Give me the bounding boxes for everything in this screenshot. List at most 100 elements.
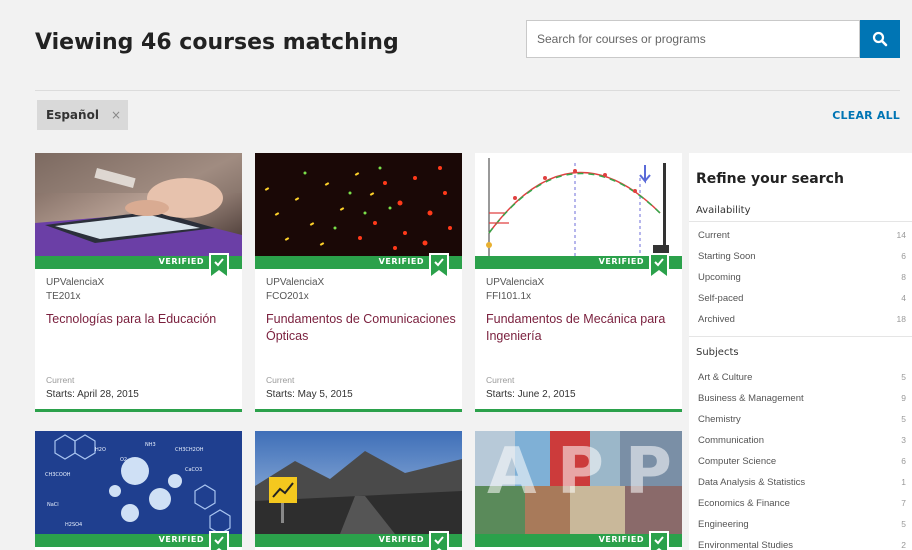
course-org: UPValenciaX — [486, 277, 545, 288]
course-start-date: Starts: June 2, 2015 — [486, 389, 576, 400]
refine-search-sidebar: Refine your search Availability Current … — [689, 153, 912, 550]
facet-subject-communication[interactable]: Communication 3 — [698, 435, 906, 446]
filter-chip-label: Español — [46, 108, 99, 122]
course-start-date: Starts: May 5, 2015 — [266, 389, 353, 400]
svg-text:O2: O2 — [120, 457, 127, 463]
verified-ribbon-icon — [649, 531, 669, 550]
facet-label: Archived — [698, 314, 735, 325]
availability-heading: Availability — [696, 205, 751, 216]
facet-count: 2 — [901, 540, 906, 550]
verified-ribbon-icon — [209, 531, 229, 550]
course-card[interactable]: VERIFIED UPValenciaX TE201x Tecnologías … — [35, 153, 242, 412]
facet-subject-chemistry[interactable]: Chemistry 5 — [698, 414, 906, 425]
course-card[interactable]: CH3COOH H2O CH3CH2OH NaCl CaCO3 H2SO4 NH3 O2 … — [35, 431, 242, 550]
search-bar — [526, 20, 900, 58]
clear-all-link[interactable]: CLEAR ALL — [832, 109, 900, 122]
card-footer-bar — [35, 409, 242, 412]
page-title: Viewing 46 courses matching — [35, 30, 399, 55]
verified-ribbon-icon — [429, 531, 449, 550]
facet-label: Environmental Studies — [698, 540, 794, 550]
course-start-date: Starts: April 28, 2015 — [46, 389, 139, 400]
divider — [689, 336, 912, 337]
verified-label: VERIFIED — [378, 535, 424, 544]
course-image: A P P — [475, 431, 682, 534]
facet-subject-data-analysis[interactable]: Data Analysis & Statistics 1 — [698, 477, 906, 488]
facet-count: 9 — [901, 393, 906, 403]
facet-count: 14 — [896, 230, 906, 240]
course-code: FFI101.1x — [486, 291, 532, 302]
svg-text:NH3: NH3 — [145, 442, 156, 448]
facet-availability-self-paced[interactable]: Self-paced 4 — [698, 293, 906, 304]
course-card[interactable]: A P P VERIFIED — [475, 431, 682, 550]
course-card[interactable]: VERIFIED UPValenciaX FCO201x Fundamentos… — [255, 153, 462, 412]
facet-subject-business-management[interactable]: Business & Management 9 — [698, 393, 906, 404]
sidebar-title: Refine your search — [696, 171, 844, 187]
facet-count: 4 — [901, 293, 906, 303]
header-divider — [35, 90, 900, 91]
facet-count: 18 — [896, 314, 906, 324]
facet-subject-art-culture[interactable]: Art & Culture 5 — [698, 372, 906, 383]
facet-count: 7 — [901, 498, 906, 508]
facet-label: Art & Culture — [698, 372, 753, 383]
svg-text:H2O: H2O — [95, 447, 106, 453]
divider — [689, 221, 912, 222]
facet-count: 6 — [901, 251, 906, 261]
course-code: TE201x — [46, 291, 81, 302]
course-status: Current — [46, 375, 75, 385]
svg-text:CaCO3: CaCO3 — [185, 467, 202, 473]
facet-label: Starting Soon — [698, 251, 756, 262]
course-card[interactable]: VERIFIED UPValenciaX FFI101.1x Fundament… — [475, 153, 682, 412]
course-title[interactable]: Fundamentos de Mecánica para Ingeniería — [486, 311, 676, 345]
facet-count: 3 — [901, 435, 906, 445]
facet-count: 5 — [901, 372, 906, 382]
facet-label: Engineering — [698, 519, 749, 530]
facet-subject-engineering[interactable]: Engineering 5 — [698, 519, 906, 530]
facet-subject-computer-science[interactable]: Computer Science 6 — [698, 456, 906, 467]
verified-label: VERIFIED — [158, 535, 204, 544]
svg-text:A: A — [487, 435, 537, 509]
verified-ribbon-icon — [209, 253, 229, 280]
facet-count: 8 — [901, 272, 906, 282]
course-image — [255, 431, 462, 534]
facet-subject-environmental-studies[interactable]: Environmental Studies 2 — [698, 540, 906, 550]
facet-label: Data Analysis & Statistics — [698, 477, 806, 488]
course-image — [475, 153, 682, 256]
close-icon[interactable]: × — [111, 108, 121, 122]
search-icon — [872, 31, 888, 47]
facet-label: Self-paced — [698, 293, 744, 304]
course-status: Current — [486, 375, 515, 385]
svg-text:CH3CH2OH: CH3CH2OH — [175, 447, 204, 453]
search-input[interactable] — [526, 20, 860, 58]
facet-label: Current — [698, 230, 730, 241]
course-code: FCO201x — [266, 291, 309, 302]
svg-text:H2SO4: H2SO4 — [65, 522, 82, 528]
facet-label: Computer Science — [698, 456, 777, 467]
course-org: UPValenciaX — [46, 277, 105, 288]
verified-label: VERIFIED — [378, 257, 424, 266]
facet-subject-economics-finance[interactable]: Economics & Finance 7 — [698, 498, 906, 509]
search-button[interactable] — [860, 20, 900, 58]
facet-count: 6 — [901, 456, 906, 466]
svg-text:CH3COOH: CH3COOH — [45, 472, 71, 478]
facet-availability-upcoming[interactable]: Upcoming 8 — [698, 272, 906, 283]
card-footer-bar — [255, 409, 462, 412]
course-title[interactable]: Fundamentos de Comunicaciones Ópticas — [266, 311, 456, 345]
course-image: CH3COOH H2O CH3CH2OH NaCl CaCO3 H2SO4 NH3 O2 — [35, 431, 242, 534]
card-footer-bar — [475, 409, 682, 412]
verified-label: VERIFIED — [598, 257, 644, 266]
facet-count: 5 — [901, 414, 906, 424]
course-org: UPValenciaX — [266, 277, 325, 288]
verified-ribbon-icon — [429, 253, 449, 280]
facet-availability-current[interactable]: Current 14 — [698, 230, 906, 241]
facet-label: Chemistry — [698, 414, 741, 425]
svg-text:P: P — [625, 435, 672, 509]
filter-chip-espanol: Español × — [37, 100, 128, 130]
facet-availability-archived[interactable]: Archived 18 — [698, 314, 906, 325]
facet-label: Communication — [698, 435, 764, 446]
facet-label: Upcoming — [698, 272, 741, 283]
facet-count: 5 — [901, 519, 906, 529]
facet-availability-starting-soon[interactable]: Starting Soon 6 — [698, 251, 906, 262]
course-title[interactable]: Tecnologías para la Educación — [46, 311, 236, 328]
course-status: Current — [266, 375, 295, 385]
course-card[interactable]: VERIFIED — [255, 431, 462, 550]
